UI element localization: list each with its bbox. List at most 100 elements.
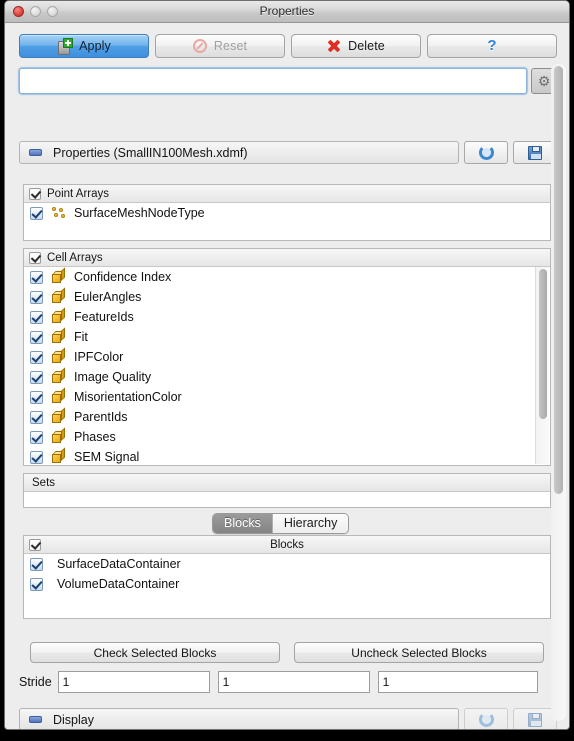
cell-array-checkbox[interactable] xyxy=(30,330,43,344)
properties-window: Properties Apply Reset Delete ? ⚙ Proper… xyxy=(4,0,570,730)
cell-arrays-listbox: Cell Arrays Confidence Index EulerAngles F… xyxy=(23,248,551,466)
stride-y-input[interactable] xyxy=(217,671,370,693)
cell-array-row[interactable]: MisorientationColor xyxy=(24,386,550,407)
block-checkbox[interactable] xyxy=(30,557,43,571)
uncheck-selected-blocks-button[interactable]: Uncheck Selected Blocks xyxy=(294,642,544,663)
block-row[interactable]: SurfaceDataContainer xyxy=(24,554,550,574)
cell-array-icon xyxy=(52,446,66,464)
check-selected-blocks-button[interactable]: Check Selected Blocks xyxy=(30,642,280,663)
cell-array-icon xyxy=(52,346,66,364)
properties-panel: Apply Reset Delete ? ⚙ Properties (Small… xyxy=(5,23,569,729)
cell-array-label: EulerAngles xyxy=(74,290,142,304)
search-input[interactable] xyxy=(19,68,527,94)
cell-array-row[interactable]: Confidence Index xyxy=(24,266,550,287)
cell-array-icon xyxy=(52,326,66,344)
cell-array-row[interactable]: Fit xyxy=(24,326,550,347)
point-array-row[interactable]: SurfaceMeshNodeType xyxy=(24,203,550,223)
cell-array-icon xyxy=(52,266,66,284)
delete-button[interactable]: Delete xyxy=(291,34,421,58)
cell-arrays-header-label: Cell Arrays xyxy=(47,251,103,264)
reset-button[interactable]: Reset xyxy=(155,34,285,58)
apply-icon xyxy=(57,37,74,55)
cell-array-icon xyxy=(52,286,66,304)
cell-array-icon xyxy=(52,386,66,404)
delete-button-label: Delete xyxy=(348,39,385,53)
apply-button[interactable]: Apply xyxy=(19,34,149,58)
blocks-listbox: Blocks SurfaceDataContainer VolumeDataCon… xyxy=(23,535,551,619)
cell-array-icon xyxy=(52,366,66,384)
window-title: Properties xyxy=(259,4,315,18)
display-save-icon xyxy=(528,712,542,727)
display-collapse-dash-icon[interactable] xyxy=(29,716,42,723)
cell-array-row[interactable]: SEM Signal xyxy=(24,446,550,465)
cell-array-checkbox[interactable] xyxy=(30,410,43,424)
delete-icon xyxy=(327,39,341,53)
cell-array-row[interactable]: FeatureIds xyxy=(24,306,550,327)
cell-array-label: MisorientationColor xyxy=(74,390,182,404)
cell-array-checkbox[interactable] xyxy=(30,290,43,304)
cell-array-checkbox[interactable] xyxy=(30,430,43,444)
cell-arrays-header[interactable]: Cell Arrays xyxy=(24,249,550,267)
stride-label: Stride xyxy=(19,675,52,689)
point-arrays-select-all-checkbox[interactable] xyxy=(29,187,41,200)
display-section-header: Display xyxy=(19,708,557,729)
display-refresh-button[interactable] xyxy=(464,708,508,729)
cell-array-icon xyxy=(52,306,66,324)
cell-array-row[interactable]: Image Quality xyxy=(24,366,550,387)
tab-blocks[interactable]: Blocks xyxy=(213,514,272,533)
stride-z-input[interactable] xyxy=(377,671,538,693)
display-section-namebox[interactable]: Display xyxy=(19,708,459,729)
point-arrays-list: SurfaceMeshNodeType xyxy=(24,203,550,223)
cell-array-checkbox[interactable] xyxy=(30,310,43,324)
tab-hierarchy[interactable]: Hierarchy xyxy=(271,514,349,533)
stride-x-input[interactable] xyxy=(57,671,210,693)
block-label: SurfaceDataContainer xyxy=(57,557,181,571)
point-arrays-header[interactable]: Point Arrays xyxy=(24,185,550,203)
point-array-label: SurfaceMeshNodeType xyxy=(74,206,205,220)
panel-scrollbar[interactable] xyxy=(551,64,566,721)
cell-array-row[interactable]: EulerAngles xyxy=(24,286,550,307)
cell-array-checkbox[interactable] xyxy=(30,390,43,404)
point-array-checkbox[interactable] xyxy=(30,206,43,220)
cell-array-label: FeatureIds xyxy=(74,310,134,324)
cell-array-label: SEM Signal xyxy=(74,450,140,464)
cell-array-checkbox[interactable] xyxy=(30,350,43,364)
help-button[interactable]: ? xyxy=(427,34,557,58)
collapse-dash-icon[interactable] xyxy=(29,149,42,156)
blocks-list: SurfaceDataContainer VolumeDataContainer xyxy=(24,554,550,594)
refresh-icon xyxy=(478,145,494,160)
properties-section-namebox[interactable]: Properties (SmallIN100Mesh.xdmf) xyxy=(19,141,459,164)
cell-array-checkbox[interactable] xyxy=(30,270,43,284)
sets-listbox: Sets xyxy=(23,473,551,508)
block-row[interactable]: VolumeDataContainer xyxy=(24,574,550,594)
cell-arrays-scrollbar[interactable] xyxy=(535,267,549,464)
window-titlebar: Properties xyxy=(5,1,569,23)
properties-refresh-button[interactable] xyxy=(464,141,508,164)
blocks-header[interactable]: Blocks xyxy=(24,536,550,554)
cell-array-label: Confidence Index xyxy=(74,270,172,284)
cell-array-label: IPFColor xyxy=(74,350,124,364)
cell-array-row[interactable]: ParentIds xyxy=(24,406,550,427)
cell-array-checkbox[interactable] xyxy=(30,370,43,384)
question-mark-icon: ? xyxy=(487,37,497,54)
cell-array-label: Image Quality xyxy=(74,370,152,384)
cell-array-checkbox[interactable] xyxy=(30,450,43,464)
reset-icon xyxy=(192,39,207,53)
cell-array-row[interactable]: Phases xyxy=(24,426,550,447)
properties-section-header: Properties (SmallIN100Mesh.xdmf) xyxy=(19,141,557,164)
sets-header-label: Sets xyxy=(32,476,56,489)
point-array-icon xyxy=(52,207,66,219)
block-label: VolumeDataContainer xyxy=(57,577,180,591)
display-section-title: Display xyxy=(53,712,94,727)
gear-icon: ⚙ xyxy=(537,73,551,89)
cell-arrays-select-all-checkbox[interactable] xyxy=(29,251,41,264)
cell-array-label: Phases xyxy=(74,430,116,444)
panel-scrollbar-thumb[interactable] xyxy=(554,66,563,494)
apply-button-label: Apply xyxy=(79,39,111,53)
cell-array-row[interactable]: IPFColor xyxy=(24,346,550,367)
cell-arrays-scrollbar-thumb[interactable] xyxy=(539,269,547,419)
block-checkbox[interactable] xyxy=(30,577,43,591)
check-selected-blocks-label: Check Selected Blocks xyxy=(93,645,217,660)
display-refresh-icon xyxy=(478,712,494,727)
cell-array-label: Fit xyxy=(74,330,88,344)
